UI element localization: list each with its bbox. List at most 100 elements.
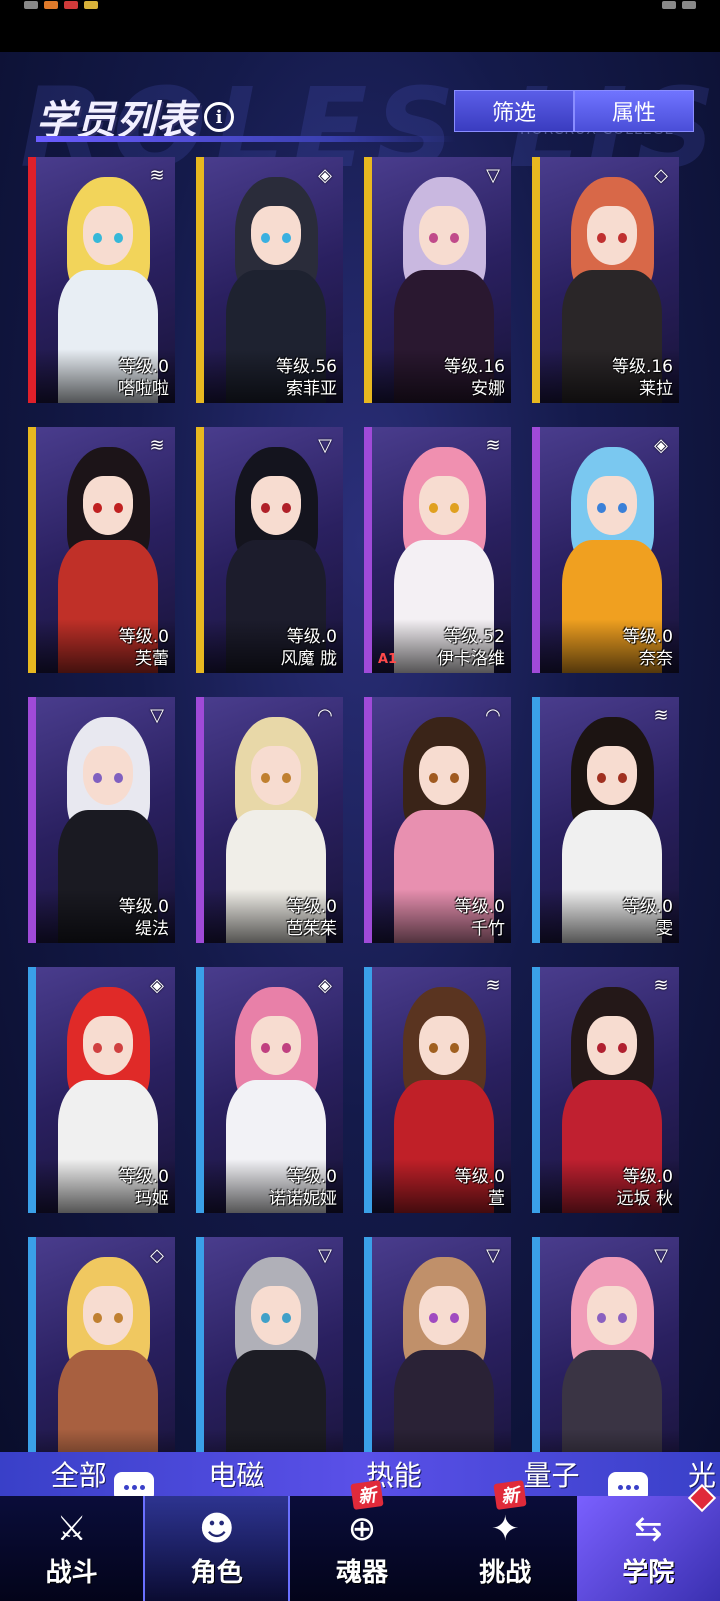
- wave-icon: ≋: [653, 974, 669, 996]
- element-tab[interactable]: 电磁: [158, 1454, 316, 1494]
- info-icon[interactable]: i: [204, 102, 234, 132]
- portrait-eye: [114, 772, 124, 784]
- card-info: [204, 1429, 343, 1452]
- student-name: 莱拉: [639, 379, 673, 399]
- student-card[interactable]: ▽ 等级.0 风魔 胧: [196, 427, 343, 673]
- card-info: 等级.0 远坂 秋: [540, 1159, 679, 1213]
- portrait-eye: [282, 232, 292, 244]
- battery-icon: [682, 1, 696, 9]
- card-info: 等级.0 缇法: [36, 889, 175, 943]
- student-card[interactable]: ≋ 等级.0 远坂 秋: [532, 967, 679, 1213]
- student-name: 索菲亚: [286, 379, 337, 399]
- nav-item[interactable]: ⊕ 魂器 新: [290, 1480, 433, 1601]
- student-card[interactable]: ≋ 等级.52 伊卡洛维 A1: [364, 427, 511, 673]
- rarity-stripe: [196, 157, 204, 403]
- portrait-eye: [282, 1042, 292, 1054]
- rarity-stripe: [364, 427, 372, 673]
- rarity-stripe: [532, 427, 540, 673]
- drop-icon: ◈: [318, 974, 332, 996]
- element-tab[interactable]: 热能: [315, 1454, 473, 1494]
- student-card[interactable]: ◠ 等级.0 芭茱茱: [196, 697, 343, 943]
- triangle-icon: ▽: [318, 1244, 332, 1266]
- triangle-icon: ▽: [486, 1244, 500, 1266]
- battle-icon: ⚔: [56, 1509, 87, 1549]
- student-card[interactable]: ◈ 等级.0 玛姬: [28, 967, 175, 1213]
- student-card[interactable]: ◇ 等级.16 莱拉: [532, 157, 679, 403]
- rarity-stripe: [28, 157, 36, 403]
- signal-icon: [662, 1, 676, 9]
- title-underline: [36, 136, 456, 142]
- student-list-screen: ROLES LIST HORCRUX COLLEGE 学员列表 i 筛选 属性 …: [0, 52, 720, 1452]
- student-name: 萱: [488, 1189, 505, 1209]
- rarity-stripe: [28, 967, 36, 1213]
- portrait-eye: [282, 502, 292, 514]
- card-info: 等级.16 安娜: [372, 349, 511, 403]
- student-card[interactable]: ≋ 等级.0 萱: [364, 967, 511, 1213]
- student-name: 缇法: [135, 919, 169, 939]
- portrait-eye: [282, 772, 292, 784]
- card-info: 等级.56 索菲亚: [204, 349, 343, 403]
- wave-icon: ≋: [485, 974, 501, 996]
- card-info: 等级.0 风魔 胧: [204, 619, 343, 673]
- student-card[interactable]: ◈ 等级.56 索菲亚: [196, 157, 343, 403]
- filter-button[interactable]: 筛选: [454, 90, 574, 132]
- nav-item[interactable]: ⚔ 战斗: [0, 1496, 143, 1601]
- triangle-icon: ▽: [654, 1244, 668, 1266]
- student-card[interactable]: ▽ 等级.0 缇法: [28, 697, 175, 943]
- nav-item[interactable]: ⇆ 学院: [576, 1496, 720, 1601]
- nav-label: 角色: [190, 1558, 243, 1588]
- student-card[interactable]: ▽: [196, 1237, 343, 1452]
- student-card[interactable]: ◈ 等级.0 诺诺妮娅: [196, 967, 343, 1213]
- student-card[interactable]: ≋ 等级.0 雯: [532, 697, 679, 943]
- character-portrait: [372, 1237, 511, 1452]
- bottom-nav: ⚔ 战斗 ☻ 角色 ⊕ 魂器 新 ✦ 挑战 新 ⇆ 学院: [0, 1480, 720, 1601]
- triangle-icon: ▽: [150, 704, 164, 726]
- student-name: 雯: [656, 919, 673, 939]
- soul-icon: ⊕: [347, 1509, 377, 1549]
- nav-item[interactable]: ✦ 挑战 新: [434, 1480, 577, 1601]
- triangle-icon: ▽: [318, 434, 332, 456]
- filter-group: 筛选 属性: [454, 90, 694, 132]
- student-card[interactable]: ◇: [28, 1237, 175, 1452]
- student-name: 千竹: [471, 919, 505, 939]
- portrait-eye: [93, 772, 103, 784]
- drop-icon: ◈: [654, 434, 668, 456]
- portrait-eye: [597, 502, 607, 514]
- card-info: 等级.0 诺诺妮娅: [204, 1159, 343, 1213]
- card-info: 等级.0 玛姬: [36, 1159, 175, 1213]
- portrait-eye: [618, 1312, 628, 1324]
- diamond-icon: ◇: [654, 164, 668, 186]
- portrait-eye: [93, 232, 103, 244]
- rarity-stripe: [196, 427, 204, 673]
- rarity-stripe: [532, 1237, 540, 1452]
- new-badge: 新: [350, 1480, 384, 1510]
- rarity-stripe: [28, 427, 36, 673]
- nav-item[interactable]: ☻ 角色: [143, 1496, 291, 1601]
- card-info: 等级.0 萱: [372, 1159, 511, 1213]
- student-card[interactable]: ≋ 等级.0 芙蕾: [28, 427, 175, 673]
- wave-icon: ≋: [149, 434, 165, 456]
- wave-icon: ≋: [653, 704, 669, 726]
- student-card[interactable]: ▽: [364, 1237, 511, 1452]
- portrait-eye: [261, 232, 271, 244]
- drop-icon: ◈: [318, 164, 332, 186]
- portrait-eye: [429, 772, 439, 784]
- people-icon: ☻: [199, 1509, 235, 1549]
- student-card[interactable]: ▽: [532, 1237, 679, 1452]
- student-name: 远坂 秋: [616, 1189, 673, 1209]
- card-info: [540, 1429, 679, 1452]
- rank-tag: A1: [378, 652, 398, 667]
- nav-label: 魂器: [336, 1558, 389, 1588]
- rarity-stripe: [196, 1237, 204, 1452]
- student-card[interactable]: ◠ 等级.0 千竹: [364, 697, 511, 943]
- character-portrait: [540, 1237, 679, 1452]
- student-name: 伊卡洛维: [437, 649, 505, 669]
- student-card[interactable]: ▽ 等级.16 安娜: [364, 157, 511, 403]
- student-card[interactable]: ◈ 等级.0 奈奈: [532, 427, 679, 673]
- attribute-button[interactable]: 属性: [574, 90, 694, 132]
- portrait-eye: [597, 1042, 607, 1054]
- character-portrait: [36, 1237, 175, 1452]
- signal-icon: ◠: [485, 704, 501, 726]
- card-info: 等级.0 雯: [540, 889, 679, 943]
- student-card[interactable]: ≋ 等级.0 嗒啦啦: [28, 157, 175, 403]
